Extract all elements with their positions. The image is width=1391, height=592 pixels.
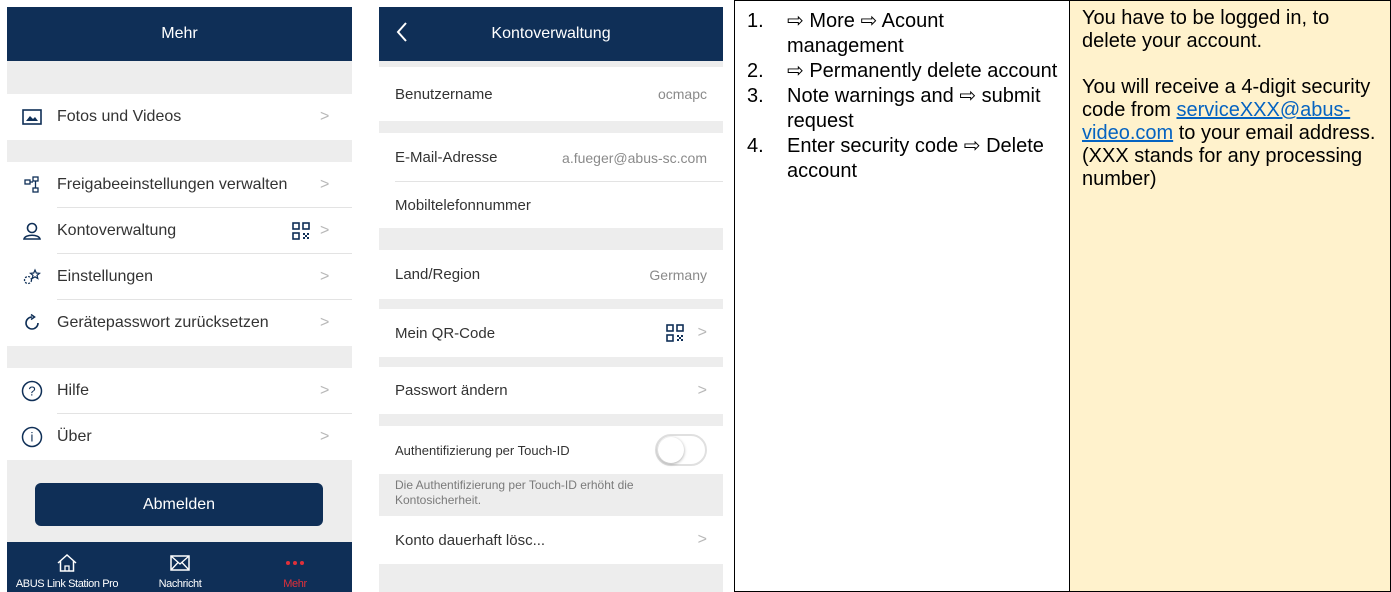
more-icon [285, 550, 305, 576]
login-requirement-text: You have to be logged in, to delete your… [1082, 7, 1330, 52]
chevron-right-icon: > [320, 222, 330, 239]
step-item: 3. Note warnings and ⇨ submit request [747, 84, 1061, 134]
step-text: ⇨ More ⇨ Acount management [787, 10, 944, 57]
tab-more[interactable]: Mehr [265, 542, 325, 592]
tab-label: Nachricht [158, 578, 202, 590]
chevron-right-icon: > [320, 382, 330, 399]
step-number: 3. [747, 85, 764, 107]
menu-item-label: Fotos und Videos [57, 108, 182, 125]
security-code-text: You will receive a 4-digit security code… [1082, 76, 1376, 144]
group-about: ? Hilfe > i Über > [7, 368, 352, 460]
toggle-knob [658, 437, 684, 463]
tab-label: ABUS Link Station Pro [15, 578, 119, 590]
logout-button[interactable]: Abmelden [35, 483, 323, 526]
tab-bar: ABUS Link Station Pro Nachricht Mehr [7, 542, 352, 592]
mail-icon [170, 550, 190, 576]
user-icon [7, 221, 57, 241]
change-password-label: Passwort ändern [395, 382, 508, 399]
step-item: 4. Enter security code ⇨ Delete account [747, 134, 1061, 184]
svg-text:i: i [31, 430, 34, 445]
chevron-right-icon: > [697, 381, 707, 399]
chevron-right-icon: > [697, 531, 707, 548]
step-text: Note warnings and ⇨ submit request [787, 85, 1041, 132]
qr-code-icon [292, 222, 310, 240]
photo-icon [7, 109, 57, 125]
email-value: a.fueger@abus-sc.com [562, 149, 707, 166]
menu-item-share-settings[interactable]: Freigabeeinstellungen verwalten > [7, 162, 352, 208]
email-row[interactable]: E-Mail-Adresse a.fueger@abus-sc.com [379, 133, 723, 182]
region-label: Land/Region [395, 266, 481, 283]
svg-text:?: ? [28, 384, 35, 399]
delete-account-label: Konto dauerhaft lösc... [395, 531, 546, 549]
touch-id-note: Die Authentifizierung per Touch-ID erhöh… [395, 478, 634, 507]
menu-item-label: Freigabeeinstellungen verwalten [57, 176, 288, 193]
step-item: 1. ⇨ More ⇨ Acount management [747, 9, 1061, 59]
step-number: 2. [747, 60, 764, 82]
touch-id-toggle[interactable] [655, 434, 707, 466]
more-screen: Mehr Fotos und Videos > Freigabeeinstell… [7, 7, 352, 592]
chevron-right-icon: > [320, 108, 330, 125]
qr-code-icon [665, 324, 684, 342]
qr-code-row[interactable]: Mein QR-Code > [379, 309, 723, 357]
reset-icon [7, 313, 57, 333]
change-password-row[interactable]: Passwort ändern > [379, 367, 723, 414]
email-label: E-Mail-Adresse [395, 149, 498, 166]
step-number: 4. [747, 135, 764, 157]
delete-account-row[interactable]: Konto dauerhaft lösc... > [379, 516, 723, 564]
xxx-explanation-text: (XXX stands for any processing number) [1082, 145, 1363, 190]
back-icon[interactable] [395, 20, 409, 49]
menu-item-label: Hilfe [57, 382, 90, 399]
more-title: Mehr [161, 25, 198, 42]
menu-item-help[interactable]: ? Hilfe > [7, 368, 352, 414]
chevron-right-icon: > [320, 428, 330, 445]
username-value: ocmapc [657, 86, 707, 102]
share-settings-icon [7, 176, 57, 194]
menu-item-reset-device-password[interactable]: Gerätepasswort zurücksetzen > [7, 300, 352, 346]
region-value: Germany [649, 266, 707, 283]
chevron-right-icon: > [320, 268, 330, 285]
region-row[interactable]: Land/Region Germany [379, 250, 723, 299]
group-account: Freigabeeinstellungen verwalten > Kontov… [7, 162, 352, 346]
help-icon: ? [7, 380, 57, 402]
menu-item-about[interactable]: i Über > [7, 414, 352, 460]
account-navbar: Kontoverwaltung [379, 7, 723, 61]
mobile-label: Mobiltelefonnummer [395, 196, 531, 214]
more-navbar: Mehr [7, 7, 352, 61]
info-panel: You have to be logged in, to delete your… [1070, 0, 1391, 592]
account-management-screen: Kontoverwaltung Benutzername ocmapc E-Ma… [379, 7, 723, 592]
username-row: Benutzername ocmapc [379, 67, 723, 121]
qr-code-label: Mein QR-Code [395, 324, 496, 342]
chevron-right-icon: > [697, 324, 707, 341]
step-number: 1. [747, 10, 764, 32]
menu-item-label: Einstellungen [57, 268, 154, 285]
tab-home[interactable]: ABUS Link Station Pro [7, 542, 127, 592]
steps-list: 1. ⇨ More ⇨ Acount management 2. ⇨ Perma… [735, 1, 1069, 184]
settings-icon [7, 268, 57, 286]
touch-id-label: Authentifizierung per Touch-ID [395, 442, 570, 458]
steps-panel: 1. ⇨ More ⇨ Acount management 2. ⇨ Perma… [734, 0, 1070, 592]
menu-item-label: Über [57, 428, 92, 445]
info-icon: i [7, 426, 57, 448]
group-media: Fotos und Videos > [7, 94, 352, 140]
menu-item-photos[interactable]: Fotos und Videos > [7, 94, 352, 140]
touch-id-row: Authentifizierung per Touch-ID [379, 426, 723, 474]
home-icon [56, 550, 78, 576]
chevron-right-icon: > [320, 176, 330, 193]
step-text: ⇨ Permanently delete account [787, 60, 1058, 82]
menu-item-account-management[interactable]: Kontoverwaltung > [7, 208, 352, 254]
chevron-right-icon: > [320, 314, 330, 331]
tab-label: Mehr [283, 578, 307, 590]
username-label: Benutzername [395, 85, 493, 103]
menu-item-label: Kontoverwaltung [57, 222, 177, 239]
step-item: 2. ⇨ Permanently delete account [747, 59, 1061, 84]
account-title: Kontoverwaltung [491, 25, 611, 42]
step-text: Enter security code ⇨ Delete account [787, 135, 1044, 182]
tab-messages[interactable]: Nachricht [145, 542, 215, 592]
menu-item-settings[interactable]: Einstellungen > [7, 254, 352, 300]
menu-item-label: Gerätepasswort zurücksetzen [57, 314, 269, 331]
mobile-row[interactable]: Mobiltelefonnummer [379, 182, 723, 228]
